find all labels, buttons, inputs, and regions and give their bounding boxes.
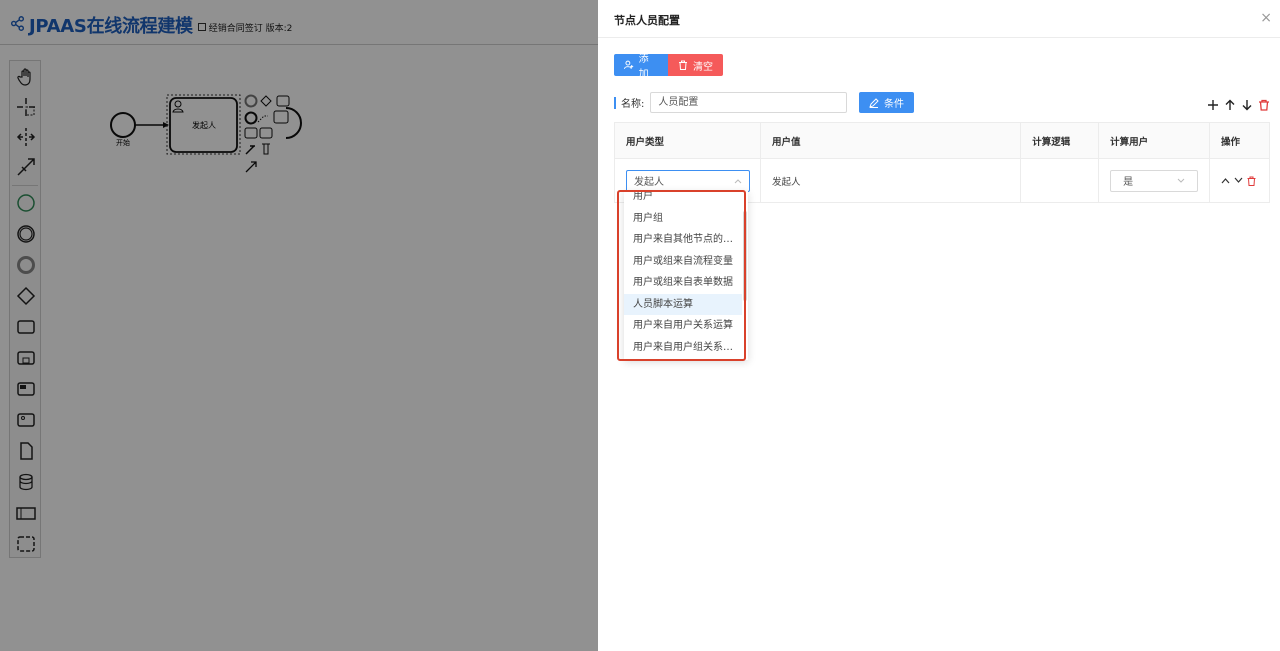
arrow-up-icon[interactable] — [1223, 98, 1236, 111]
add-user-icon — [624, 60, 634, 70]
dropdown-option-group-relation[interactable]: 用户来自用户组关系运算 — [624, 337, 742, 359]
dropdown-option-form-data[interactable]: 用户或组来自表单数据 — [624, 272, 742, 294]
modal-mask[interactable] — [0, 0, 598, 651]
dropdown-option-script[interactable]: 人员脚本运算 — [624, 293, 742, 315]
col-user-type: 用户类型 — [614, 122, 761, 159]
cell-calc-logic[interactable] — [1020, 158, 1100, 203]
trash-icon — [679, 60, 687, 70]
dropdown-scrollbar[interactable] — [743, 211, 747, 301]
user-type-select-value: 发起人 — [634, 177, 664, 188]
dropdown-option-process-variable[interactable]: 用户或组来自流程变量 — [624, 251, 742, 273]
cell-user-value[interactable]: 发起人 — [759, 158, 1022, 203]
row-delete-icon[interactable] — [1247, 176, 1256, 186]
dropdown-option-other-node-approver[interactable]: 用户来自其他节点的审批人 — [624, 229, 742, 251]
condition-button-label: 条件 — [884, 99, 904, 110]
dropdown-option-user[interactable]: 用户 — [624, 191, 742, 208]
dropdown-option-user-group[interactable]: 用户组 — [624, 208, 742, 230]
plus-icon[interactable] — [1206, 98, 1219, 111]
col-calc-logic: 计算逻辑 — [1020, 122, 1100, 159]
calc-user-select-value: 是 — [1123, 177, 1134, 188]
col-calc-user: 计算用户 — [1098, 122, 1211, 159]
name-label: 名称: — [621, 99, 645, 110]
cell-operation — [1209, 158, 1270, 203]
chevron-up-icon — [734, 178, 742, 183]
move-down-icon[interactable] — [1234, 177, 1243, 184]
add-button-label: 添加 — [638, 54, 649, 80]
cell-calc-user: 是 — [1098, 158, 1211, 203]
user-type-dropdown: 用户 用户组 用户来自其他节点的审批人 用户或组来自流程变量 用户或组来自表单数… — [624, 191, 748, 360]
row-toolbar — [1206, 98, 1270, 111]
delete-icon[interactable] — [1257, 98, 1270, 111]
action-buttons: 添加 清空 — [614, 54, 723, 80]
drawer-header: 节点人员配置 × — [598, 0, 1280, 38]
name-row: 名称: 人员配置 — [614, 92, 848, 113]
move-up-icon[interactable] — [1221, 177, 1230, 184]
col-operation: 操作 — [1209, 122, 1270, 159]
close-icon[interactable]: × — [1260, 10, 1272, 26]
table-header-row: 用户类型 用户值 计算逻辑 计算用户 操作 — [614, 122, 1270, 159]
user-type-select[interactable]: 发起人 — [626, 169, 750, 192]
condition-button[interactable]: 条件 — [859, 92, 914, 113]
arrow-down-icon[interactable] — [1240, 98, 1253, 111]
row-operations — [1221, 176, 1269, 186]
edit-icon — [869, 97, 879, 108]
col-user-value: 用户值 — [759, 122, 1022, 159]
calc-user-select[interactable]: 是 — [1110, 169, 1199, 192]
clear-button[interactable]: 清空 — [668, 54, 723, 76]
name-accent-bar — [614, 96, 616, 109]
dropdown-option-user-relation[interactable]: 用户来自用户关系运算 — [624, 315, 742, 337]
chevron-down-icon — [1177, 178, 1185, 183]
add-button[interactable]: 添加 — [614, 54, 668, 80]
drawer-title: 节点人员配置 — [614, 14, 680, 27]
clear-button-label: 清空 — [693, 61, 713, 73]
name-input[interactable]: 人员配置 — [650, 92, 848, 113]
